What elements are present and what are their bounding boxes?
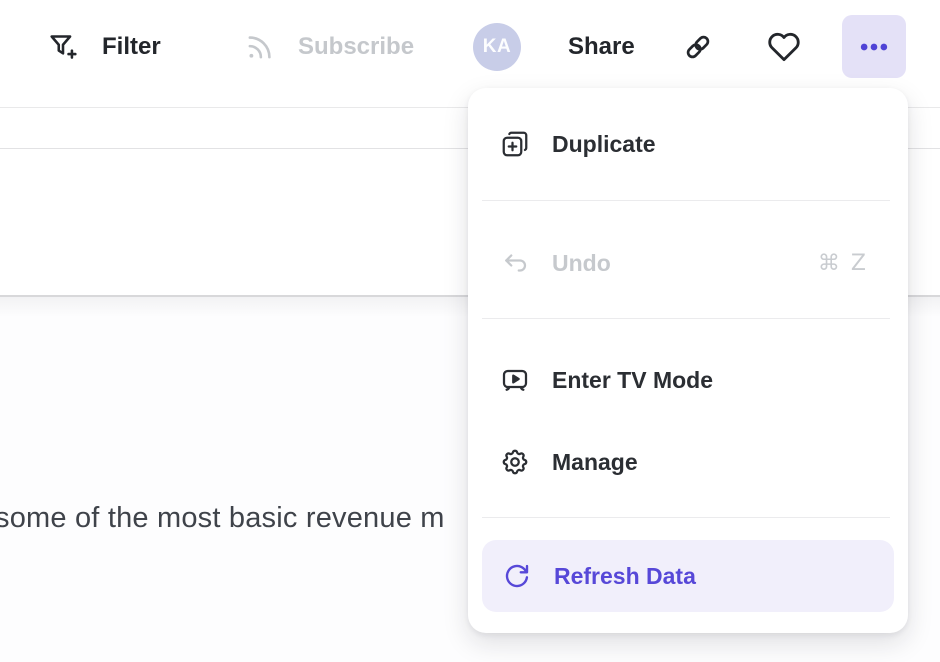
menu-item-refresh-data[interactable]: Refresh Data [482, 540, 894, 612]
dashboard-screen: some of the most basic revenue m Filter … [0, 0, 940, 662]
subscribe-label: Subscribe [298, 33, 414, 61]
more-options-button[interactable] [842, 15, 906, 78]
refresh-icon [502, 561, 532, 591]
share-label: Share [568, 33, 635, 61]
tv-icon [500, 365, 530, 395]
menu-item-duplicate[interactable]: Duplicate [468, 112, 908, 176]
avatar-initials: KA [483, 36, 511, 58]
menu-item-label: Duplicate [552, 131, 656, 158]
menu-item-label: Refresh Data [554, 563, 696, 590]
avatar[interactable]: KA [473, 23, 521, 71]
menu-section: Undo ⌘ Z [468, 201, 908, 318]
menu-item-undo[interactable]: Undo ⌘ Z [468, 231, 908, 295]
filter-label: Filter [102, 33, 161, 61]
share-button[interactable]: Share [568, 15, 635, 79]
menu-item-label: Manage [552, 449, 638, 476]
rss-icon [243, 31, 276, 64]
dashboard-body-text: some of the most basic revenue m [0, 502, 445, 535]
duplicate-icon [500, 129, 530, 159]
menu-item-label: Enter TV Mode [552, 367, 713, 394]
link-icon [681, 30, 715, 64]
menu-section: Enter TV Mode Manage [468, 319, 908, 517]
gear-icon [500, 447, 530, 477]
undo-icon [500, 248, 530, 278]
filter-button[interactable]: Filter [46, 15, 161, 79]
favorite-button[interactable] [765, 15, 803, 79]
subscribe-button[interactable]: Subscribe [243, 15, 414, 79]
menu-section: Refresh Data [468, 518, 908, 633]
menu-item-shortcut: ⌘ Z [818, 251, 868, 276]
filter-plus-icon [46, 30, 80, 64]
menu-item-manage[interactable]: Manage [468, 430, 908, 494]
copy-link-button[interactable] [681, 15, 715, 79]
ellipsis-icon [858, 31, 890, 63]
menu-item-label: Undo [552, 250, 611, 277]
heart-icon [765, 28, 803, 66]
menu-section: Duplicate [468, 88, 908, 200]
menu-item-enter-tv-mode[interactable]: Enter TV Mode [468, 348, 908, 412]
more-options-menu: Duplicate Undo ⌘ Z [468, 88, 908, 633]
